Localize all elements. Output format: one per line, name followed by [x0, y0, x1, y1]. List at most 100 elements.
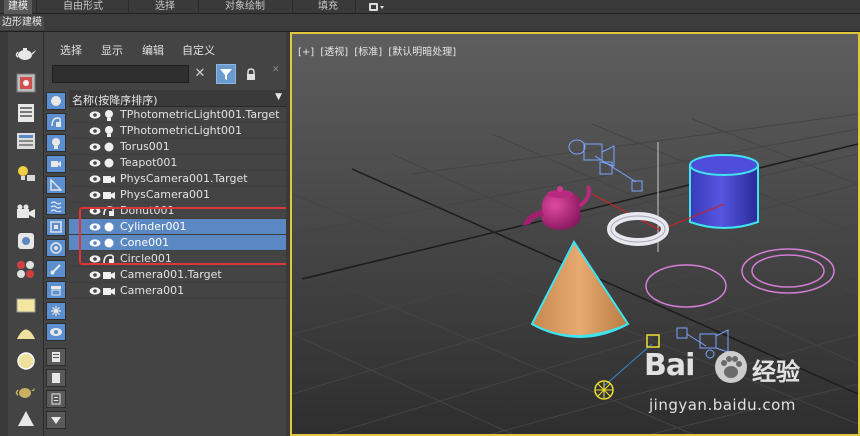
table-row[interactable]: PhysCamera001 — [69, 187, 286, 203]
table-row[interactable]: PhysCamera001.Target — [69, 171, 286, 187]
scene-object-list: TPhotometricLight001.Target TPhotometric… — [69, 107, 286, 436]
clear-search-icon[interactable]: ✕ — [192, 66, 208, 82]
visibility-eye-icon[interactable] — [89, 142, 101, 152]
baidu-watermark: Bai 经验 jingyan.baidu.com — [644, 348, 844, 418]
display-bones-icon[interactable] — [46, 260, 66, 278]
display-all-icon[interactable] — [46, 348, 66, 366]
visibility-eye-icon[interactable] — [89, 126, 101, 136]
camera-icon[interactable] — [14, 202, 38, 224]
ribbon-panel-bar: 边形建模 — [0, 14, 860, 32]
cone-tool-icon[interactable] — [14, 408, 38, 430]
perspective-viewport[interactable]: [+] [透视] [标准] [默认明暗处理] Bai 经验 jingyan.ba… — [290, 32, 860, 436]
display-containers-icon[interactable] — [46, 281, 66, 299]
viewport-point-of-view[interactable]: [透视] — [320, 47, 348, 58]
table-row[interactable]: Camera001.Target — [69, 267, 286, 283]
camera-icon — [103, 176, 115, 183]
tab-separator — [128, 0, 129, 14]
type-filter-column — [46, 90, 68, 436]
light-list-icon[interactable] — [14, 162, 38, 184]
geometry-icon — [104, 142, 114, 152]
visibility-eye-icon[interactable] — [89, 286, 101, 296]
object-name: Camera001 — [120, 284, 185, 297]
menu-customize[interactable]: 自定义 — [182, 42, 215, 58]
table-row[interactable]: TPhotometricLight001.Target — [69, 107, 286, 123]
ribbon-tabs: 建模 自由形式 选择 对象绘制 填充 — [0, 0, 860, 14]
display-invert-icon[interactable] — [46, 390, 66, 408]
sort-arrow-icon[interactable]: ▼ — [275, 92, 282, 102]
tab-separator — [36, 0, 37, 14]
helper-object-icon[interactable] — [14, 230, 38, 252]
menu-display[interactable]: 显示 — [101, 42, 123, 58]
menu-select[interactable]: 选择 — [60, 42, 82, 58]
display-list-icon[interactable] — [14, 102, 38, 124]
camera-icon — [103, 288, 115, 295]
material-editor-icon[interactable] — [14, 258, 38, 280]
teapot-icon[interactable] — [14, 42, 38, 64]
visibility-eye-icon[interactable] — [89, 270, 101, 280]
menu-edit[interactable]: 编辑 — [142, 42, 164, 58]
visibility-eye-icon[interactable] — [89, 158, 101, 168]
object-name: Torus001 — [120, 140, 170, 153]
watermark-jingyan: 经验 — [752, 358, 800, 386]
tab-object-paint[interactable]: 对象绘制 — [225, 0, 265, 14]
object-name: PhysCamera001 — [120, 188, 211, 201]
object-name: TPhotometricLight001 — [120, 124, 242, 137]
explorer-menubar: 选择 显示 编辑 自定义 — [44, 40, 286, 58]
visibility-eye-icon[interactable] — [89, 174, 101, 184]
visibility-eye-icon[interactable] — [89, 110, 101, 120]
cylinder-object[interactable] — [689, 154, 759, 229]
highlight-annotation-box — [79, 207, 290, 265]
column-header-label: 名称(按降序排序) — [72, 94, 158, 107]
geometry-icon — [104, 158, 114, 168]
light-icon — [105, 126, 113, 137]
tab-separator — [355, 0, 356, 14]
table-row[interactable]: Teapot001 — [69, 155, 286, 171]
sphere-icon[interactable] — [14, 350, 38, 372]
display-none-icon[interactable] — [46, 369, 66, 387]
name-column-header[interactable]: 名称(按降序排序) ▼ — [69, 90, 286, 107]
camera-icon — [103, 192, 115, 199]
viewport-quality[interactable]: [标准] — [354, 47, 382, 58]
lock-icon[interactable] — [244, 66, 258, 82]
display-shapes-icon[interactable] — [46, 113, 66, 131]
visibility-eye-icon[interactable] — [89, 190, 101, 200]
tab-selection[interactable]: 选择 — [155, 0, 175, 14]
tab-populate[interactable]: 填充 — [318, 0, 338, 14]
pin-icon[interactable]: ✕ — [272, 65, 282, 75]
layer-manager-icon[interactable] — [14, 130, 38, 152]
box-display-icon[interactable] — [14, 294, 38, 316]
filter-icon[interactable] — [216, 64, 236, 84]
viewport-menu-plus[interactable]: [+] — [298, 47, 314, 58]
display-particles-icon[interactable] — [46, 302, 66, 320]
table-row[interactable]: TPhotometricLight001 — [69, 123, 286, 139]
viewport-label[interactable]: [+] [透视] [标准] [默认明暗处理] — [298, 43, 459, 58]
display-geometry-icon[interactable] — [46, 92, 66, 110]
toolbar-edge — [0, 32, 8, 436]
object-name: Teapot001 — [120, 156, 178, 169]
display-groups-icon[interactable] — [46, 218, 66, 236]
ribbon-options-icon[interactable] — [368, 2, 386, 12]
tab-modeling[interactable]: 建模 — [4, 0, 32, 14]
search-input[interactable] — [52, 65, 189, 83]
display-visible-icon[interactable] — [46, 323, 66, 341]
hemisphere-icon[interactable] — [14, 322, 38, 344]
display-cameras-icon[interactable] — [46, 155, 66, 173]
display-lights-icon[interactable] — [46, 134, 66, 152]
tab-freeform[interactable]: 自由形式 — [63, 0, 103, 14]
baidu-paw-icon — [715, 351, 747, 383]
tab-separator — [198, 0, 199, 14]
polygon-modeling-title[interactable]: 边形建模 — [0, 16, 44, 30]
object-name: Camera001.Target — [120, 268, 222, 281]
display-helpers-icon[interactable] — [46, 176, 66, 194]
teapot-small-icon[interactable] — [14, 380, 38, 402]
viewport-shading[interactable]: [默认明暗处理] — [388, 47, 456, 58]
object-name: TPhotometricLight001.Target — [120, 108, 280, 121]
camera-icon — [103, 272, 115, 279]
scene-explorer-toolbar — [0, 32, 44, 436]
select-object-icon[interactable] — [14, 72, 38, 94]
table-row[interactable]: Torus001 — [69, 139, 286, 155]
display-xrefs-icon[interactable] — [46, 239, 66, 257]
display-spacewarps-icon[interactable] — [46, 197, 66, 215]
expand-filters-icon[interactable] — [46, 411, 66, 429]
table-row[interactable]: Camera001 — [69, 283, 286, 299]
